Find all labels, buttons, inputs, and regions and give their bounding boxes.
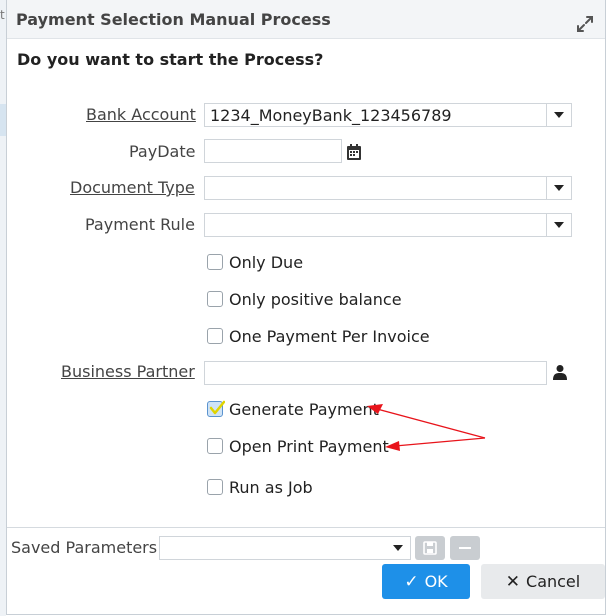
person-icon[interactable] [552,364,568,380]
save-icon [423,541,437,555]
process-question: Do you want to start the Process? [17,50,324,69]
close-icon: ✕ [505,571,521,592]
calendar-icon[interactable] [346,143,362,161]
checkbox-box[interactable] [207,479,223,495]
one-payment-per-invoice-label: One Payment Per Invoice [229,326,430,346]
business-partner-input[interactable] [204,361,547,385]
ok-button[interactable]: ✓ OK [382,564,470,599]
chevron-down-icon [554,185,564,191]
cancel-button[interactable]: ✕ Cancel [481,564,605,599]
bank-account-dropdown-button[interactable] [546,104,571,126]
maximize-icon[interactable] [575,14,595,34]
bank-account-select[interactable]: 1234_MoneyBank_123456789 [204,103,572,127]
cancel-label: Cancel [526,572,581,591]
only-due-checkbox[interactable]: Only Due [207,251,303,273]
generate-payment-label: Generate Payment [229,399,379,419]
generate-payment-checkbox[interactable]: Generate Payment [207,398,379,420]
document-type-select[interactable] [204,176,572,200]
chevron-down-icon [554,112,564,118]
payment-rule-dropdown-button[interactable] [546,214,571,236]
bank-account-label[interactable]: Bank Account [86,105,196,124]
document-type-dropdown-button[interactable] [546,177,571,199]
checkbox-box[interactable] [207,254,223,270]
document-type-label[interactable]: Document Type [70,178,195,197]
open-print-payment-label: Open Print Payment [229,436,389,456]
only-positive-balance-checkbox[interactable]: Only positive balance [207,288,402,310]
chevron-down-icon [393,545,403,551]
dialog-title: Payment Selection Manual Process [16,10,331,29]
paydate-input[interactable] [204,139,342,163]
run-as-job-label: Run as Job [229,477,313,497]
chevron-down-icon [554,222,564,228]
process-dialog: Payment Selection Manual Process Do you … [6,0,606,615]
payment-rule-label: Payment Rule [85,215,195,234]
saved-parameters-select[interactable] [159,536,411,560]
only-due-label: Only Due [229,252,304,272]
checkbox-box[interactable] [207,328,223,344]
minus-icon [459,547,471,549]
paydate-label: PayDate [129,142,196,161]
save-parameters-button[interactable] [415,536,445,560]
saved-parameters-label: Saved Parameters [11,538,158,557]
open-print-payment-checkbox[interactable]: Open Print Payment [207,435,389,457]
check-icon: ✓ [404,571,419,592]
checkbox-box[interactable] [207,438,223,454]
business-partner-label[interactable]: Business Partner [61,362,195,381]
payment-rule-select[interactable] [204,213,572,237]
checkbox-box-checked[interactable] [207,400,225,417]
saved-parameters-dropdown-button[interactable] [386,537,410,559]
check-icon [209,400,225,415]
only-positive-balance-label: Only positive balance [229,289,402,309]
one-payment-per-invoice-checkbox[interactable]: One Payment Per Invoice [207,325,430,347]
bank-account-value: 1234_MoneyBank_123456789 [210,106,452,125]
ok-label: OK [424,572,448,591]
footer-divider [7,527,605,528]
run-as-job-checkbox[interactable]: Run as Job [207,476,313,498]
delete-parameters-button[interactable] [450,536,480,560]
dialog-titlebar: Payment Selection Manual Process [7,0,605,39]
checkbox-box[interactable] [207,291,223,307]
